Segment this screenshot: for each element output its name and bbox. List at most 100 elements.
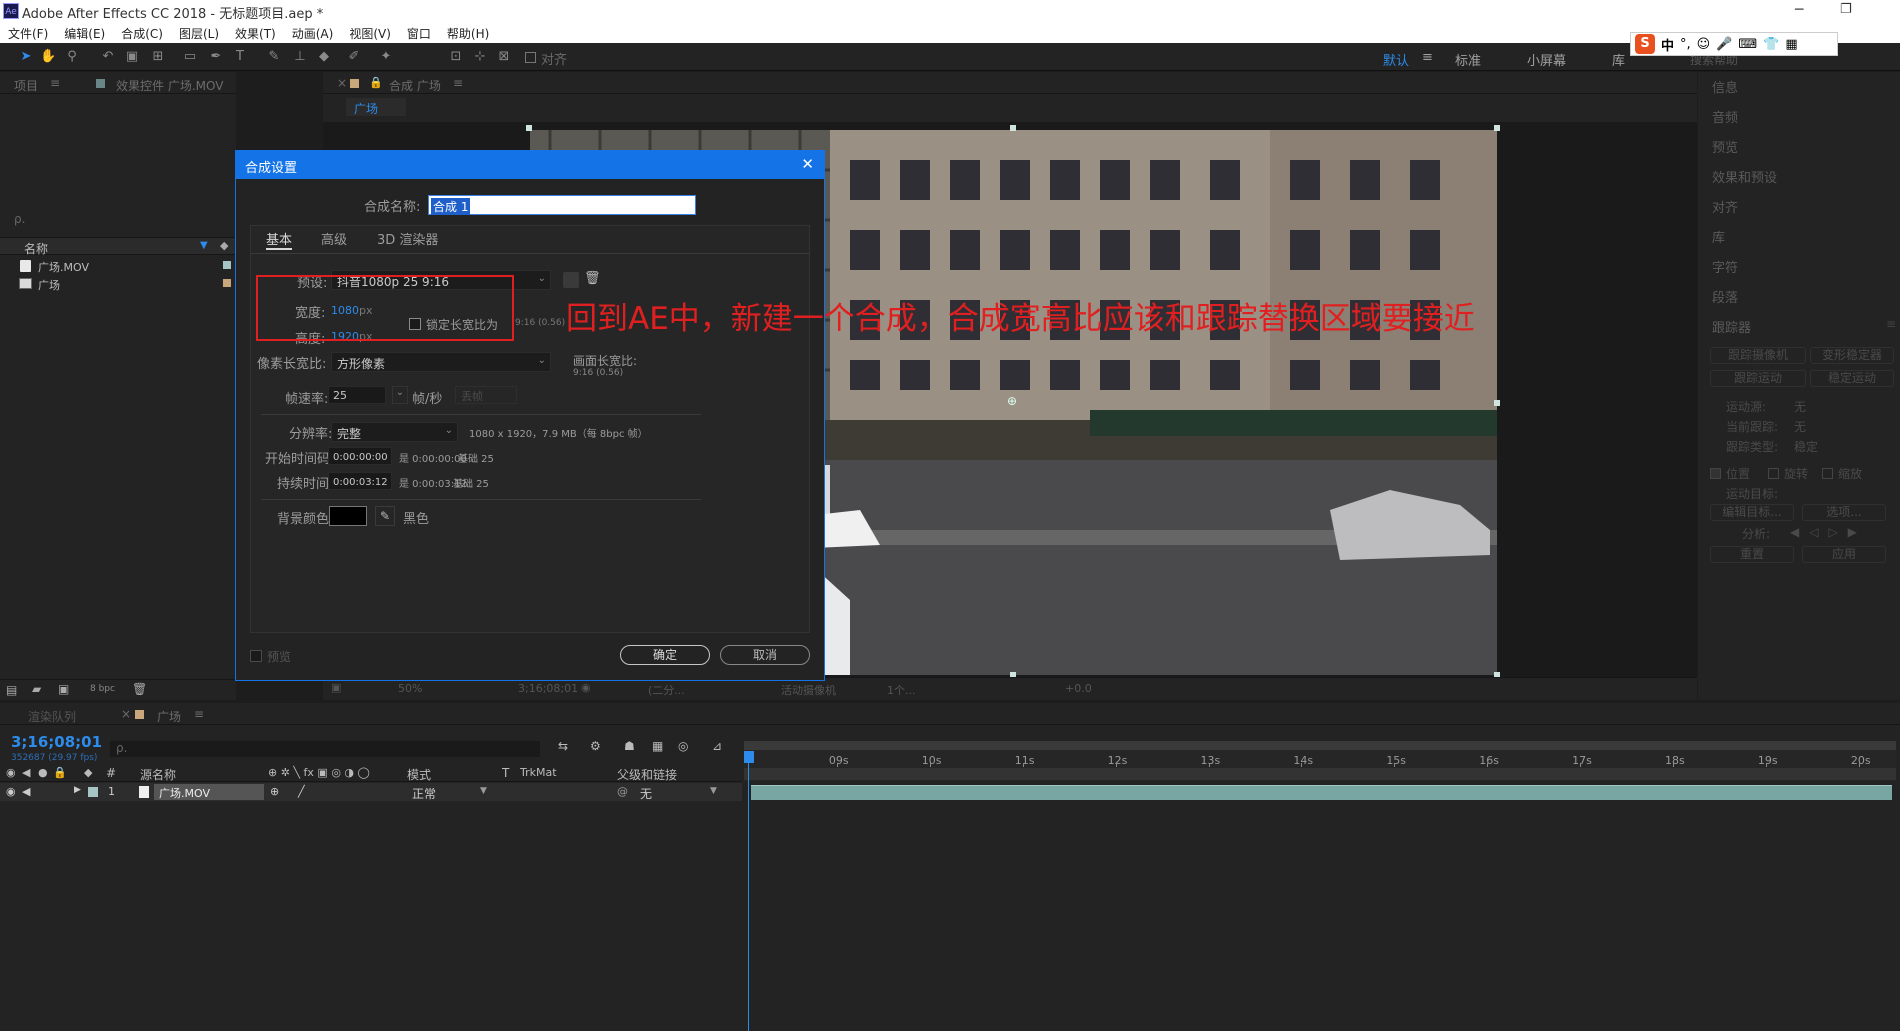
mode-col[interactable]: 模式 <box>407 766 431 783</box>
motion-blur-icon[interactable]: ◎ <box>678 739 688 753</box>
align-icon-b[interactable]: ⊹ <box>472 49 488 65</box>
panel-paragraph[interactable]: 段落 <box>1712 287 1738 306</box>
graph-editor-icon[interactable]: ⊿ <box>712 739 722 753</box>
puppet-tool-icon[interactable]: ✦ <box>378 49 394 65</box>
restore-icon[interactable]: ❐ <box>1840 2 1852 17</box>
roto-brush-tool-icon[interactable]: ✐ <box>346 49 362 65</box>
menu-window[interactable]: 窗口 <box>407 25 431 42</box>
ime-skin-icon[interactable]: 👕 <box>1763 37 1779 52</box>
viewer-timecode[interactable]: 3;16;08;01 <box>518 682 578 695</box>
panel-audio[interactable]: 音频 <box>1712 107 1738 126</box>
position-checkbox[interactable] <box>1710 468 1721 479</box>
tab-project[interactable]: 项目 <box>14 77 38 94</box>
tab-advanced[interactable]: 高级 <box>321 229 347 248</box>
timeline-search-input[interactable]: ρ. <box>110 741 540 757</box>
layer-row[interactable]: ◉ ◀ ▶ 1 广场.MOV ⊕ ╱ 正常 ▼ @ 无 ▼ <box>0 783 742 801</box>
menu-edit[interactable]: 编辑(E) <box>64 25 105 42</box>
tab-basic[interactable]: 基本 <box>266 229 293 250</box>
timeline-menu-icon[interactable]: ≡ <box>194 707 204 721</box>
viewer-region-icon[interactable]: ▣ <box>331 681 341 694</box>
track-camera-button[interactable]: 跟踪摄像机 <box>1710 347 1806 364</box>
zoom-tool-icon[interactable]: ⚲ <box>64 49 80 65</box>
pickwhip-icon[interactable]: @ <box>617 785 628 798</box>
menu-animation[interactable]: 动画(A) <box>292 25 334 42</box>
reset-button[interactable]: 重置 <box>1710 546 1794 563</box>
camera-tool-icon[interactable]: ▣ <box>124 49 140 65</box>
tab-composition[interactable]: 合成 广场 <box>389 77 441 94</box>
rectangle-tool-icon[interactable]: ▭ <box>182 49 198 65</box>
anchor-point-icon[interactable]: ⊕ <box>1007 394 1017 408</box>
time-ruler[interactable]: 09s 10s 11s 12s 13s 14s 15s 16s 17s 18s 19s 20s <box>744 741 1896 781</box>
ime-toolbox-icon[interactable]: ▦ <box>1785 37 1797 52</box>
layer-mode-chevron-icon[interactable]: ▼ <box>480 786 487 796</box>
layer-visibility-icon[interactable]: ◉ <box>6 785 16 798</box>
track-motion-button[interactable]: 跟踪运动 <box>1710 370 1806 387</box>
views-select[interactable]: 1个... <box>887 682 916 698</box>
panel-info[interactable]: 信息 <box>1712 77 1738 96</box>
sort-chevron-icon[interactable]: ▼ <box>200 240 208 251</box>
layer-parent-select[interactable]: 无 <box>640 785 652 802</box>
comp-panel-menu-icon[interactable]: ≡ <box>453 76 463 90</box>
frame-rate-input[interactable]: 25 <box>328 386 386 404</box>
tab-effect-controls[interactable]: 效果控件 广场.MOV <box>116 77 223 94</box>
frame-rate-dropdown-icon[interactable]: ⌄ <box>392 386 408 404</box>
trkmat-col[interactable]: TrkMat <box>520 766 557 779</box>
tab-3d-renderer[interactable]: 3D 渲染器 <box>377 229 438 248</box>
snap-checkbox[interactable] <box>525 52 536 63</box>
bg-color-swatch[interactable] <box>329 506 367 526</box>
ok-button[interactable]: 确定 <box>620 645 710 665</box>
resolution-select[interactable]: 完整 ⌄ <box>331 422 458 442</box>
project-item-composition[interactable]: 广场 <box>0 275 236 293</box>
layer-parent-chevron-icon[interactable]: ▼ <box>710 786 717 796</box>
eraser-tool-icon[interactable]: ◆ <box>316 49 332 65</box>
cancel-button[interactable]: 取消 <box>720 645 810 665</box>
comp-name-input[interactable]: 合成 1 <box>428 195 696 215</box>
bounding-handle-tl[interactable] <box>526 125 532 131</box>
layer-label-swatch[interactable] <box>88 787 98 797</box>
bpc-button[interactable]: 8 bpc <box>90 684 115 694</box>
analyze-buttons[interactable]: ◀◁▷▶ <box>1790 525 1867 539</box>
delete-icon[interactable]: 🗑 <box>132 682 147 696</box>
playhead-line[interactable] <box>748 753 749 1031</box>
interpret-footage-icon[interactable]: ▤ <box>6 683 17 697</box>
warp-stabilizer-button[interactable]: 变形稳定器 <box>1810 347 1894 364</box>
minimize-icon[interactable]: ─ <box>1795 2 1803 18</box>
lock-icon[interactable]: 🔒 <box>369 76 383 89</box>
comp-mini-flowchart-icon[interactable]: ⇆ <box>558 739 568 753</box>
edit-target-button[interactable]: 编辑目标... <box>1710 504 1794 521</box>
eyedropper-icon[interactable]: ✎ <box>375 506 395 526</box>
menu-composition[interactable]: 合成(C) <box>121 25 163 42</box>
sogou-logo-icon[interactable]: S <box>1635 34 1655 54</box>
duration-input[interactable]: 0:00:03:12 <box>328 472 392 490</box>
pixel-aspect-select[interactable]: 方形像素 ⌄ <box>331 352 551 372</box>
ime-emoji-icon[interactable]: ☺ <box>1697 37 1711 52</box>
snapshot-icon[interactable]: ◉ <box>581 681 591 694</box>
draft-3d-icon[interactable]: ⚙ <box>590 739 601 753</box>
align-icon-a[interactable]: ⊡ <box>448 49 464 65</box>
layer-audio-icon[interactable]: ◀ <box>22 785 30 798</box>
close-tab-icon[interactable]: × <box>337 76 347 90</box>
layer-duration-bar[interactable] <box>751 785 1892 800</box>
hand-tool-icon[interactable]: ✋ <box>40 49 56 65</box>
type-tool-icon[interactable]: T <box>232 49 248 65</box>
delete-preset-icon[interactable]: 🗑 <box>584 271 601 286</box>
menu-effect[interactable]: 效果(T) <box>235 25 276 42</box>
label-col-icon[interactable]: ◆ <box>84 766 92 779</box>
layer-collapse-switch[interactable]: ⊕ <box>270 785 279 798</box>
parent-col[interactable]: 父级和链接 <box>617 766 677 783</box>
workspace-small-screen[interactable]: 小屏幕 <box>1527 50 1566 69</box>
panel-align[interactable]: 对齐 <box>1712 197 1738 216</box>
zoom-select[interactable]: 50% <box>398 682 422 695</box>
tracker-menu-icon[interactable]: ≡ <box>1886 317 1896 331</box>
column-name[interactable]: 名称 <box>24 240 48 257</box>
project-search-input[interactable]: ρ. <box>14 212 25 226</box>
audio-col-icon[interactable]: ◀ <box>22 766 30 779</box>
save-preset-icon[interactable] <box>563 272 579 288</box>
layer-expand-icon[interactable]: ▶ <box>74 785 81 795</box>
project-item-footage[interactable]: 广场.MOV <box>0 257 236 275</box>
layer-quality-switch[interactable]: ╱ <box>298 785 305 798</box>
panel-menu-icon[interactable]: ≡ <box>50 76 60 90</box>
current-time-display[interactable]: 3;16;08;01 <box>11 733 102 751</box>
rotate-tool-icon[interactable]: ↶ <box>100 49 116 65</box>
camera-select[interactable]: 活动摄像机 <box>781 682 836 698</box>
